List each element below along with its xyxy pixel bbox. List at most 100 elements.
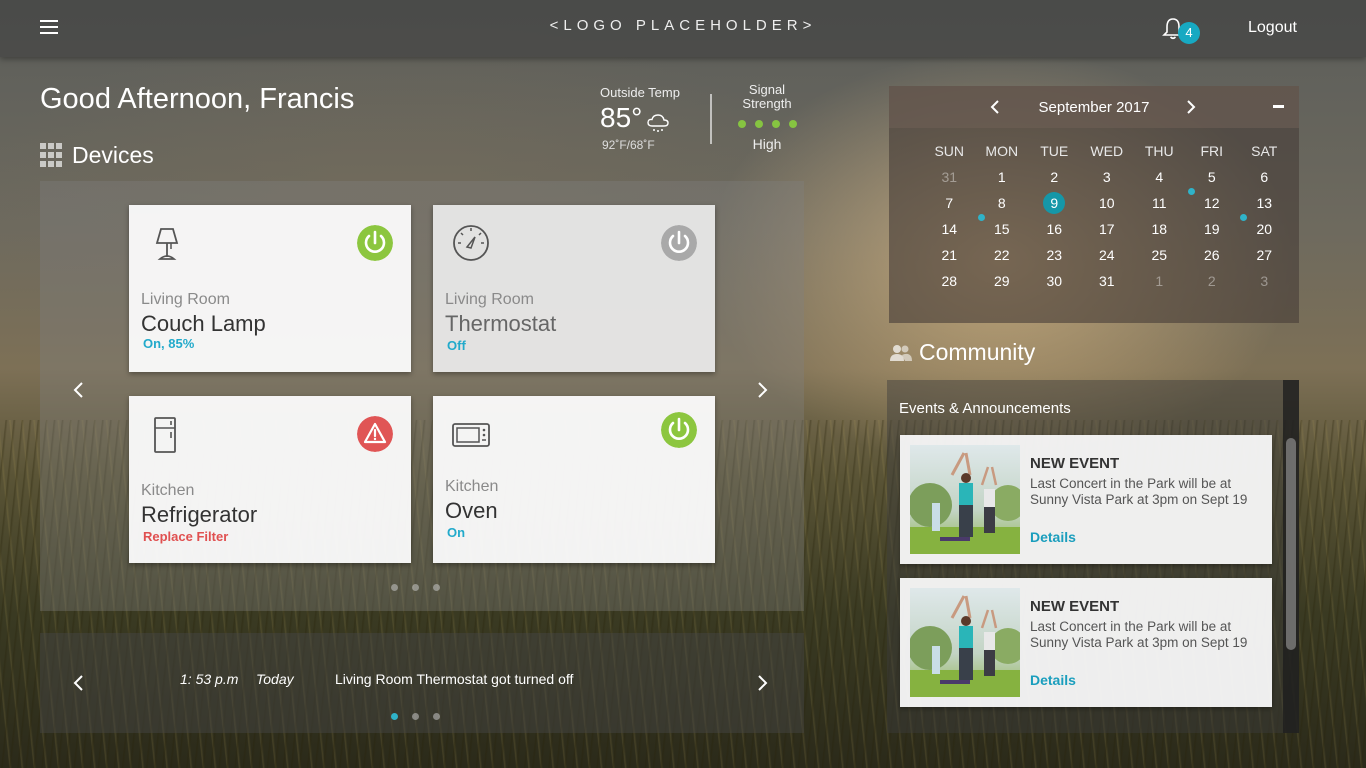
- power-button[interactable]: [661, 225, 697, 261]
- lamp-icon: [155, 228, 179, 260]
- calendar-day[interactable]: 16: [1028, 216, 1081, 242]
- calendar-day[interactable]: 13: [1238, 190, 1291, 216]
- weather-temp-row: 85°: [600, 102, 710, 134]
- event-title: NEW EVENT: [1030, 455, 1120, 472]
- calendar-day[interactable]: 24: [1081, 242, 1134, 268]
- calendar-day[interactable]: 12: [1186, 188, 1239, 216]
- calendar-day[interactable]: 3: [1081, 164, 1134, 190]
- community-subtitle: Events & Announcements: [899, 400, 1071, 417]
- power-button[interactable]: [357, 225, 393, 261]
- device-room: Living Room: [141, 291, 230, 308]
- alert-icon[interactable]: [357, 416, 393, 452]
- device-name: Refrigerator: [141, 502, 258, 527]
- calendar-day[interactable]: 15: [976, 214, 1029, 242]
- activity-next-arrow[interactable]: [755, 674, 769, 692]
- event-details-link[interactable]: Details: [1030, 529, 1076, 545]
- calendar-day[interactable]: 2: [1186, 268, 1239, 294]
- activity-pager: [391, 713, 440, 720]
- pager-dot[interactable]: [412, 713, 419, 720]
- calendar-dow: THU: [1144, 143, 1174, 159]
- device-status: Off: [447, 338, 466, 353]
- calendar-day[interactable]: 27: [1238, 242, 1291, 268]
- device-name: Oven: [445, 498, 498, 523]
- calendar-day[interactable]: 21: [923, 242, 976, 268]
- event-details-link[interactable]: Details: [1030, 672, 1076, 688]
- calendar-dow: TUE: [1040, 143, 1069, 159]
- calendar-day[interactable]: 26: [1186, 242, 1239, 268]
- calendar-day[interactable]: 6: [1238, 164, 1291, 190]
- calendar-day[interactable]: 4: [1133, 164, 1186, 190]
- devices-prev-arrow[interactable]: [72, 381, 86, 399]
- calendar-day[interactable]: 30: [1028, 268, 1081, 294]
- calendar-dow: SAT: [1251, 143, 1278, 159]
- event-text: Last Concert in the Park will be at Sunn…: [1030, 619, 1248, 650]
- device-name: Couch Lamp: [141, 311, 266, 336]
- calendar-day[interactable]: 5: [1186, 164, 1239, 190]
- power-button[interactable]: [661, 412, 697, 448]
- device-card-thermostat[interactable]: Living Room Thermostat Off: [433, 205, 715, 372]
- community-panel: Events & Announcements NEW EVENT Last Co…: [887, 380, 1299, 733]
- pager-dot[interactable]: [433, 713, 440, 720]
- calendar-dow: SUN: [934, 143, 965, 159]
- top-bar: <LOGO PLACEHOLDER> 4 Logout: [0, 0, 1366, 57]
- activity-time: 1: 53 p.m: [180, 671, 239, 687]
- calendar-day[interactable]: 1: [976, 164, 1029, 190]
- calendar-day[interactable]: 31: [1081, 268, 1134, 294]
- calendar-dow: WED: [1090, 143, 1124, 159]
- signal-dots: [732, 120, 802, 128]
- pager-dot[interactable]: [433, 584, 440, 591]
- calendar-day[interactable]: 23: [1028, 242, 1081, 268]
- community-heading: Community: [889, 339, 1035, 366]
- calendar-next-icon[interactable]: [1185, 99, 1197, 115]
- device-status: On: [447, 525, 466, 540]
- cloud-snow-icon: [647, 114, 670, 132]
- device-name: Thermostat: [445, 311, 557, 336]
- calendar-day[interactable]: 19: [1186, 216, 1239, 242]
- activity-prev-arrow[interactable]: [72, 674, 86, 692]
- calendar-day[interactable]: 10: [1081, 190, 1134, 216]
- logout-button[interactable]: Logout: [1248, 19, 1297, 37]
- calendar-day[interactable]: 11: [1133, 190, 1186, 216]
- device-card-oven[interactable]: Kitchen Oven On: [433, 396, 715, 563]
- devices-next-arrow[interactable]: [755, 381, 769, 399]
- calendar-grid: SUN MON TUE WED THU FRI SAT 31 1 2 3 4 5 6 7 8 9 10 11 12 13…: [923, 138, 1291, 294]
- calendar-day[interactable]: 14: [923, 216, 976, 242]
- calendar-day[interactable]: 1: [1133, 268, 1186, 294]
- calendar-day[interactable]: 28: [923, 268, 976, 294]
- activity-day: Today: [256, 671, 294, 687]
- calendar-day[interactable]: 18: [1133, 216, 1186, 242]
- calendar-day-selected[interactable]: 9: [1028, 190, 1081, 216]
- calendar-day-label: 9: [1043, 192, 1066, 214]
- weather-label: Outside Temp: [600, 85, 680, 100]
- pager-dot-active[interactable]: [391, 713, 398, 720]
- calendar-day[interactable]: 7: [923, 190, 976, 216]
- greeting: Good Afternoon, Francis: [40, 83, 355, 115]
- calendar-widget: September 2017 SUN MON TUE WED THU FRI SAT 31 1 2…: [889, 86, 1299, 323]
- pager-dot[interactable]: [412, 584, 419, 591]
- calendar-collapse-button[interactable]: [1273, 105, 1284, 108]
- device-room: Living Room: [445, 291, 534, 308]
- community-scroll-thumb[interactable]: [1286, 438, 1296, 650]
- calendar-day[interactable]: 20: [1238, 214, 1291, 242]
- calendar-day[interactable]: 31: [923, 164, 976, 190]
- devices-pager: [391, 584, 440, 591]
- event-title: NEW EVENT: [1030, 598, 1120, 615]
- calendar-day[interactable]: 17: [1081, 216, 1134, 242]
- pager-dot[interactable]: [391, 584, 398, 591]
- device-room: Kitchen: [141, 482, 195, 499]
- devices-panel: Living Room Couch Lamp On, 85% Living Ro…: [40, 181, 804, 611]
- device-card-refrigerator[interactable]: Kitchen Refrigerator Replace Filter: [129, 396, 411, 563]
- calendar-day[interactable]: 8: [976, 190, 1029, 216]
- event-card[interactable]: NEW EVENT Last Concert in the Park will …: [900, 578, 1272, 707]
- calendar-day[interactable]: 22: [976, 242, 1029, 268]
- device-room: Kitchen: [445, 478, 499, 495]
- calendar-day[interactable]: 2: [1028, 164, 1081, 190]
- calendar-day[interactable]: 3: [1238, 268, 1291, 294]
- activity-feed: 1: 53 p.m Today Living Room Thermostat g…: [40, 633, 804, 733]
- device-card-couch-lamp[interactable]: Living Room Couch Lamp On, 85%: [129, 205, 411, 372]
- devices-title: Devices: [72, 142, 154, 168]
- event-card[interactable]: NEW EVENT Last Concert in the Park will …: [900, 435, 1272, 564]
- calendar-day[interactable]: 25: [1133, 242, 1186, 268]
- calendar-day[interactable]: 29: [976, 268, 1029, 294]
- grid-icon: [40, 142, 66, 169]
